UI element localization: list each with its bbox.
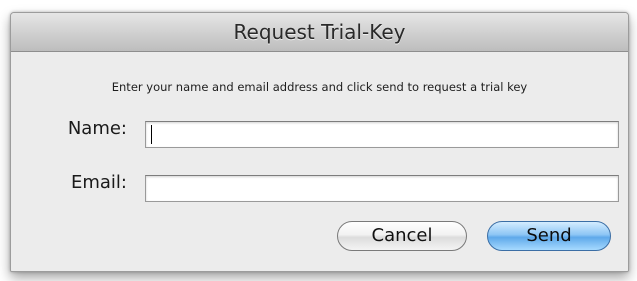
request-trial-key-dialog: Request Trial-Key Enter your name and em…	[10, 12, 629, 272]
title-bar[interactable]: Request Trial-Key	[11, 13, 628, 52]
instructions-text: Enter your name and email address and cl…	[111, 80, 528, 94]
email-field[interactable]	[145, 175, 619, 202]
text-cursor	[151, 125, 152, 144]
screen: Request Trial-Key Enter your name and em…	[0, 0, 637, 281]
cancel-button[interactable]: Cancel	[337, 221, 467, 251]
name-field[interactable]	[145, 121, 619, 148]
send-button[interactable]: Send	[487, 221, 611, 251]
name-label: Name:	[67, 118, 127, 139]
email-label: Email:	[70, 172, 127, 193]
dialog-content: Enter your name and email address and cl…	[11, 52, 628, 271]
dialog-title: Request Trial-Key	[233, 20, 406, 44]
